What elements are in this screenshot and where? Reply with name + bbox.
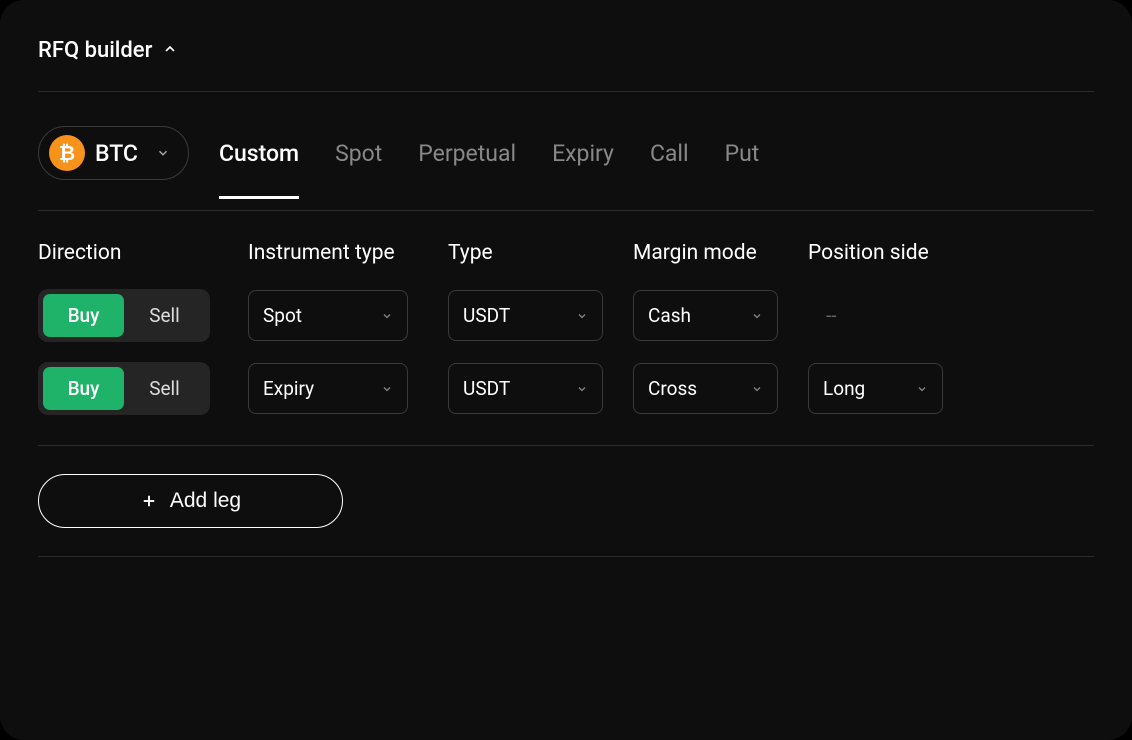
chevron-down-icon — [576, 383, 588, 395]
dropdown-value: USDT — [463, 304, 510, 327]
table-headers: Direction Instrument type Type Margin mo… — [38, 241, 1094, 265]
tab-call[interactable]: Call — [650, 140, 689, 199]
buy-button[interactable]: Buy — [43, 367, 124, 410]
position-side-empty: -- — [808, 304, 837, 327]
dropdown-value: Expiry — [263, 377, 314, 400]
sell-button[interactable]: Sell — [124, 367, 205, 410]
chevron-down-icon — [916, 383, 928, 395]
header-instrument-type: Instrument type — [248, 241, 448, 265]
bitcoin-icon: ₿ — [49, 135, 85, 171]
instrument-type-select[interactable]: Expiry — [248, 363, 408, 414]
margin-mode-select[interactable]: Cash — [633, 290, 778, 341]
rfq-builder-panel: RFQ builder ₿ BTC Custom Spot Perpetual … — [0, 0, 1132, 740]
sell-button[interactable]: Sell — [124, 294, 205, 337]
dropdown-value: USDT — [463, 377, 510, 400]
chevron-down-icon — [156, 146, 170, 160]
leg-row: Buy Sell Spot USDT — [38, 289, 1094, 342]
instrument-type-select[interactable]: Spot — [248, 290, 408, 341]
dropdown-value: Spot — [263, 304, 302, 327]
type-select[interactable]: USDT — [448, 290, 603, 341]
strategy-tabs: Custom Spot Perpetual Expiry Call Put — [219, 140, 759, 167]
dropdown-value: Cash — [648, 304, 691, 327]
add-leg-button[interactable]: Add leg — [38, 474, 343, 528]
header-margin-mode: Margin mode — [633, 241, 808, 265]
header-type: Type — [448, 241, 633, 265]
direction-toggle: Buy Sell — [38, 289, 210, 342]
controls-row: ₿ BTC Custom Spot Perpetual Expiry Call … — [38, 92, 1094, 211]
legs-table: Direction Instrument type Type Margin mo… — [38, 211, 1094, 446]
dropdown-value: Cross — [648, 377, 697, 400]
asset-symbol: BTC — [95, 140, 138, 167]
tab-perpetual[interactable]: Perpetual — [418, 140, 516, 199]
plus-icon — [140, 492, 158, 510]
header-direction: Direction — [38, 241, 248, 265]
tab-expiry[interactable]: Expiry — [552, 140, 614, 199]
chevron-down-icon — [381, 310, 393, 322]
dropdown-value: Long — [823, 377, 865, 400]
panel-header: RFQ builder — [38, 38, 1094, 92]
tab-spot[interactable]: Spot — [335, 140, 382, 199]
tab-put[interactable]: Put — [725, 140, 760, 199]
add-leg-label: Add leg — [170, 489, 241, 513]
collapse-icon[interactable] — [162, 41, 178, 61]
type-select[interactable]: USDT — [448, 363, 603, 414]
leg-row: Buy Sell Expiry USDT — [38, 362, 1094, 415]
panel-title: RFQ builder — [38, 38, 152, 63]
chevron-down-icon — [381, 383, 393, 395]
position-side-select[interactable]: Long — [808, 363, 943, 414]
add-leg-section: Add leg — [38, 446, 1094, 557]
tab-custom[interactable]: Custom — [219, 140, 299, 199]
chevron-down-icon — [576, 310, 588, 322]
direction-toggle: Buy Sell — [38, 362, 210, 415]
margin-mode-select[interactable]: Cross — [633, 363, 778, 414]
chevron-down-icon — [751, 310, 763, 322]
header-position-side: Position side — [808, 241, 968, 265]
asset-selector[interactable]: ₿ BTC — [38, 126, 189, 180]
buy-button[interactable]: Buy — [43, 294, 124, 337]
chevron-down-icon — [751, 383, 763, 395]
